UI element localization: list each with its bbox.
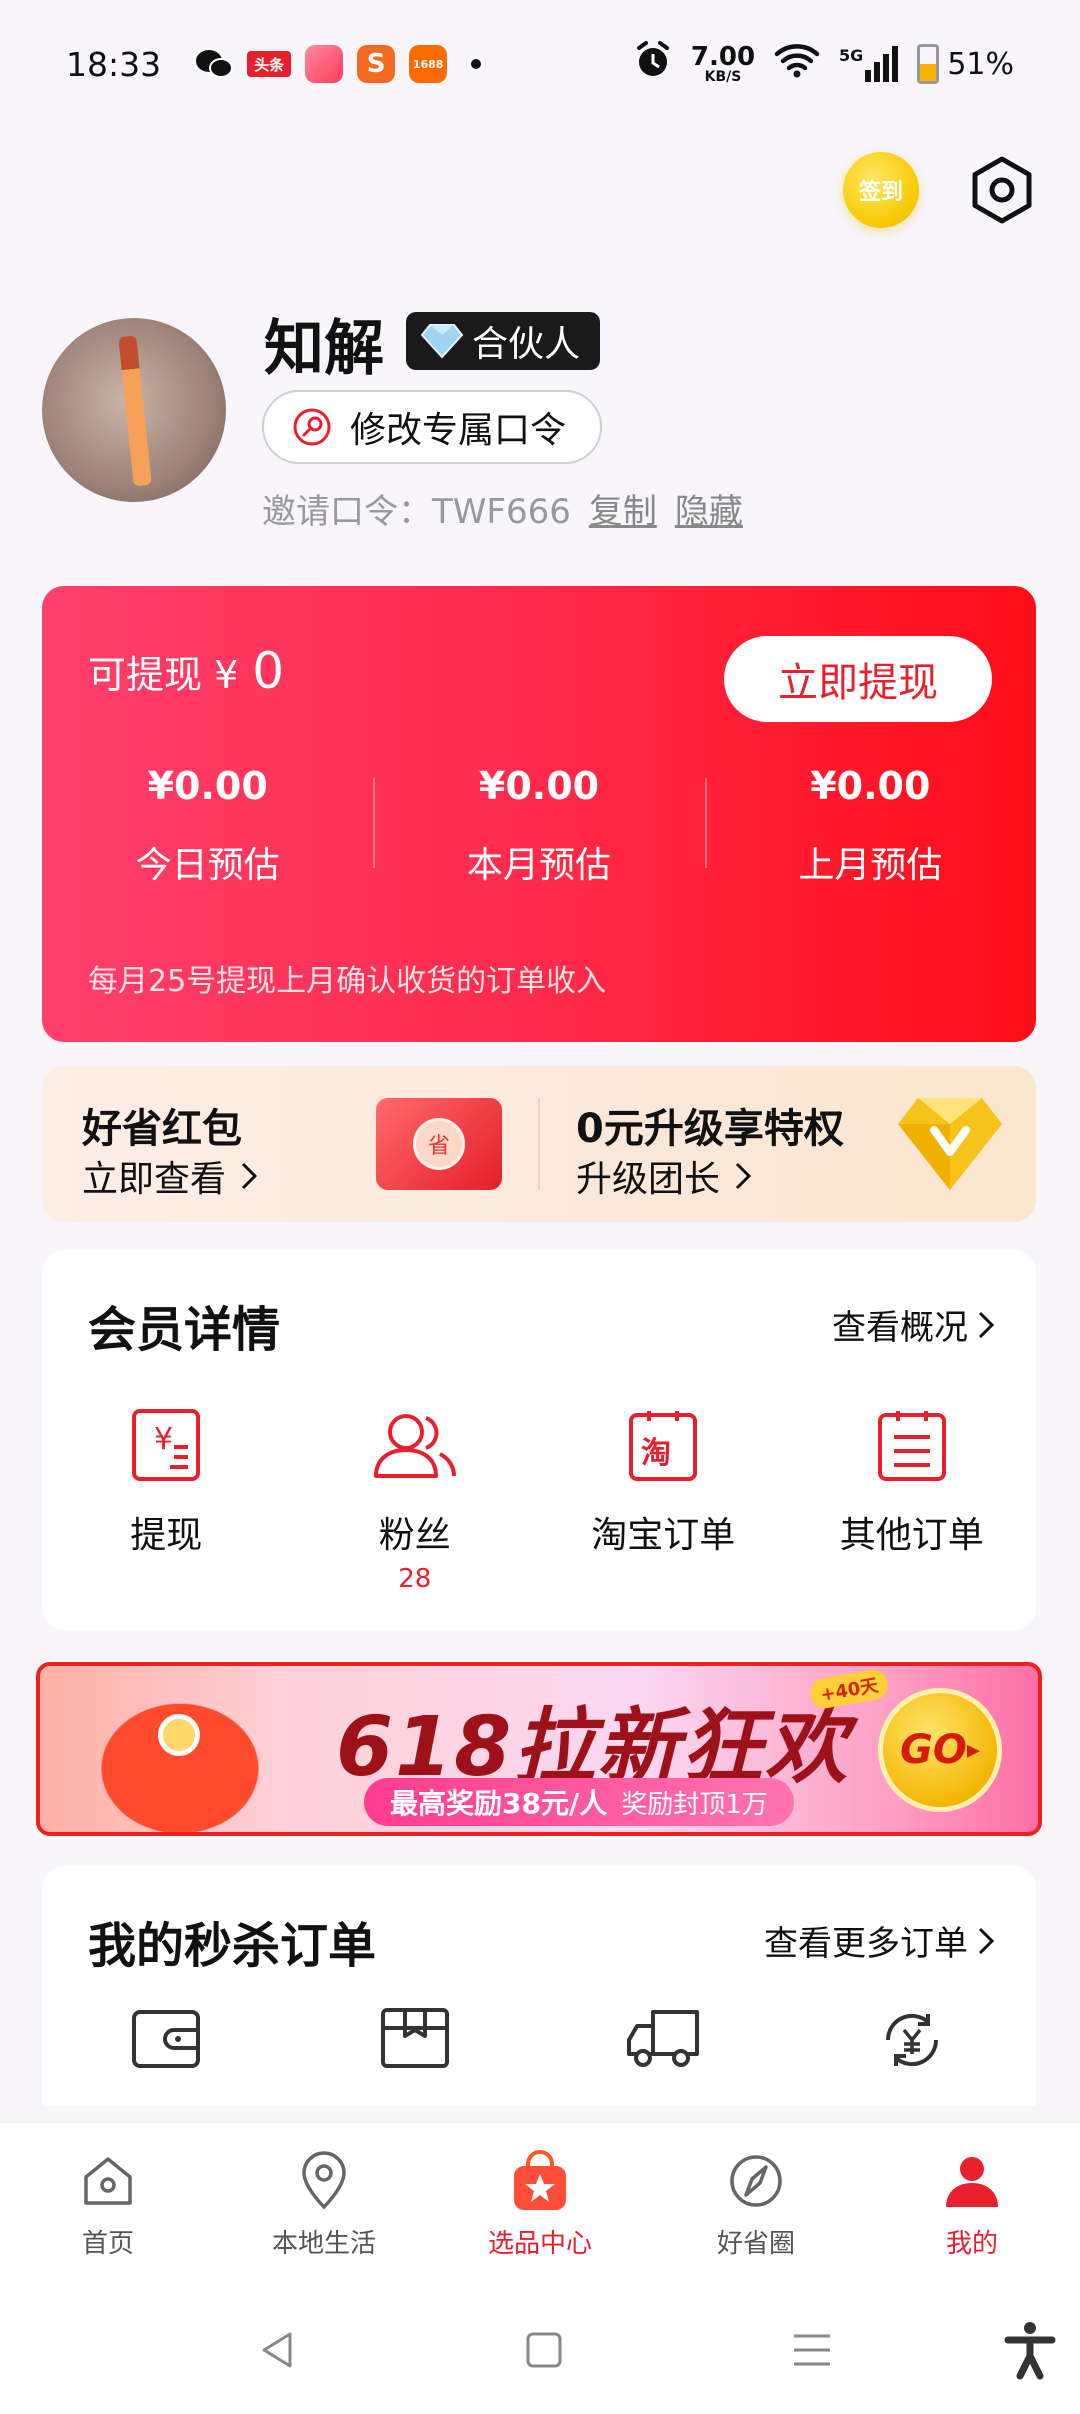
refund-icon [885, 2013, 938, 2067]
banner-tag: +40天 [807, 1667, 891, 1711]
network-speed: 7.00 KB/S [690, 42, 756, 85]
compass-icon [726, 2151, 786, 2211]
view-more-orders-link[interactable]: 查看更多订单 [764, 1916, 996, 1965]
status-notification-icons: 头条 S 1688 [195, 45, 482, 83]
seckill-pending-shipment[interactable] [291, 2006, 540, 2074]
home-icon [78, 2151, 138, 2211]
location-icon [294, 2151, 354, 2211]
tab-product-center[interactable]: 选品中心 [432, 2123, 648, 2286]
banner-subtitle: 最高奖励38元/人 奖励封顶1万 [364, 1778, 794, 1826]
member-item-other-orders[interactable]: 其他订单 [788, 1400, 1037, 1594]
other-orders-icon [867, 1400, 957, 1490]
partner-badge: 合伙人 [406, 312, 601, 370]
accessibility-person-icon [1004, 2322, 1056, 2380]
withdraw-now-button[interactable]: 立即提现 [724, 636, 992, 722]
battery-icon [917, 44, 940, 84]
tab-home[interactable]: 首页 [0, 2123, 216, 2286]
person-icon [942, 2151, 1002, 2211]
bottom-tab-bar: 首页 本地生活 选品中心 好省圈 我的 [0, 2122, 1080, 2286]
fans-icon [370, 1400, 460, 1490]
alarm-icon [633, 40, 673, 88]
withdrawable-amount: 可提现 ¥ 0 [88, 642, 285, 700]
wechat-icon [195, 45, 234, 83]
svg-text:¥: ¥ [154, 1422, 173, 1457]
gold-diamond-icon [898, 1098, 1002, 1190]
red-packet-icon: 省 [376, 1098, 502, 1190]
change-code-button[interactable]: 修改专属口令 [262, 390, 602, 464]
earnings-note: 每月25号提现上月确认收货的订单收入 [88, 964, 607, 999]
more-notifications-dot [471, 59, 482, 69]
red-packet-entry[interactable]: 好省红包 立即查看 省 [42, 1066, 538, 1222]
fans-count: 28 [398, 1564, 432, 1594]
member-item-withdraw[interactable]: ¥ 提现 [42, 1400, 291, 1594]
diamond-icon [420, 324, 464, 359]
status-bar: 18:33 头条 S 1688 7.00 KB/S 5G 51% [0, 0, 1080, 128]
seckill-refund[interactable] [788, 2006, 1037, 2074]
app-1688-icon: 1688 [409, 45, 448, 83]
package-icon [380, 2008, 449, 2068]
status-time: 18:33 [66, 44, 162, 84]
chevron-right-icon [978, 1311, 995, 1338]
tab-local-life[interactable]: 本地生活 [216, 2123, 432, 2286]
shopping-bag-star-icon [510, 2150, 570, 2211]
member-item-fans[interactable]: 粉丝 28 [291, 1400, 540, 1594]
settings-hexagon-icon [972, 156, 1032, 224]
system-navigation-bar [0, 2286, 1080, 2414]
view-overview-link[interactable]: 查看概况 [832, 1300, 996, 1349]
play-arrow-icon: ▸ [966, 1735, 980, 1765]
home-square-icon [526, 2332, 562, 2368]
taobao-order-icon: 淘 [618, 1400, 708, 1490]
toutiao-icon: 头条 [247, 51, 292, 77]
cellular-signal-icon: 5G [839, 46, 899, 82]
earnings-card: 可提现 ¥ 0 立即提现 ¥0.00 今日预估 ¥0.00 本月预估 ¥0.00… [42, 586, 1036, 1042]
banner-go-button[interactable]: GO ▸ [878, 1688, 1002, 1812]
recents-button[interactable] [772, 2310, 852, 2390]
wallet-icon [132, 2010, 201, 2068]
game-app-icon [305, 45, 344, 83]
upgrade-entry[interactable]: 0元升级享特权 升级团长 [540, 1066, 1036, 1222]
chevron-right-icon [735, 1162, 752, 1190]
accessibility-button[interactable] [990, 2310, 1070, 2390]
svg-text:淘: 淘 [641, 1436, 671, 1471]
seckill-in-transit[interactable] [539, 2006, 788, 2074]
settings-button[interactable] [966, 154, 1038, 226]
seckill-orders-card: 我的秒杀订单 查看更多订单 [42, 1866, 1036, 2106]
chevron-right-icon [978, 1927, 995, 1954]
signin-button[interactable]: 签到 [843, 152, 919, 228]
username: 知解 [264, 314, 384, 384]
key-search-icon [293, 408, 331, 446]
withdraw-icon: ¥ [121, 1400, 211, 1490]
home-button[interactable] [504, 2310, 584, 2390]
wifi-icon [773, 40, 821, 88]
stat-last-month[interactable]: ¥0.00 上月预估 [704, 764, 1036, 888]
battery-indicator: 51% [917, 44, 1014, 84]
sogou-icon: S [357, 45, 396, 83]
seckill-title: 我的秒杀订单 [88, 1918, 377, 1974]
back-button[interactable] [238, 2310, 318, 2390]
mascot-illustration [80, 1686, 280, 1832]
back-triangle-icon [262, 2332, 292, 2368]
earnings-stats: ¥0.00 今日预估 ¥0.00 本月预估 ¥0.00 上月预估 [42, 764, 1036, 888]
stat-today[interactable]: ¥0.00 今日预估 [42, 764, 373, 888]
seckill-pending-payment[interactable] [42, 2006, 291, 2074]
menu-lines-icon [794, 2334, 830, 2366]
promo-banner-618[interactable]: 618拉新狂欢 +40天 最高奖励38元/人 奖励封顶1万 GO ▸ [36, 1662, 1042, 1836]
copy-link[interactable]: 复制 [589, 484, 657, 533]
member-item-taobao-orders[interactable]: 淘 淘宝订单 [539, 1400, 788, 1594]
invite-code: 邀请口令：TWF666 [262, 492, 571, 532]
promo-strip: 好省红包 立即查看 省 0元升级享特权 升级团长 [42, 1066, 1036, 1222]
member-details-card: 会员详情 查看概况 ¥ 提现 粉丝 28 淘 淘宝订单 其他订单 [42, 1250, 1036, 1630]
hide-link[interactable]: 隐藏 [675, 484, 743, 533]
member-details-title: 会员详情 [88, 1302, 281, 1358]
invite-code-row: 邀请口令：TWF666 复制 隐藏 [262, 484, 743, 533]
truck-icon [627, 2010, 700, 2067]
avatar[interactable] [42, 318, 226, 502]
tab-haosheng-circle[interactable]: 好省圈 [648, 2123, 864, 2286]
chevron-right-icon [241, 1162, 258, 1190]
stat-this-month[interactable]: ¥0.00 本月预估 [373, 764, 704, 888]
tab-mine[interactable]: 我的 [864, 2123, 1080, 2286]
